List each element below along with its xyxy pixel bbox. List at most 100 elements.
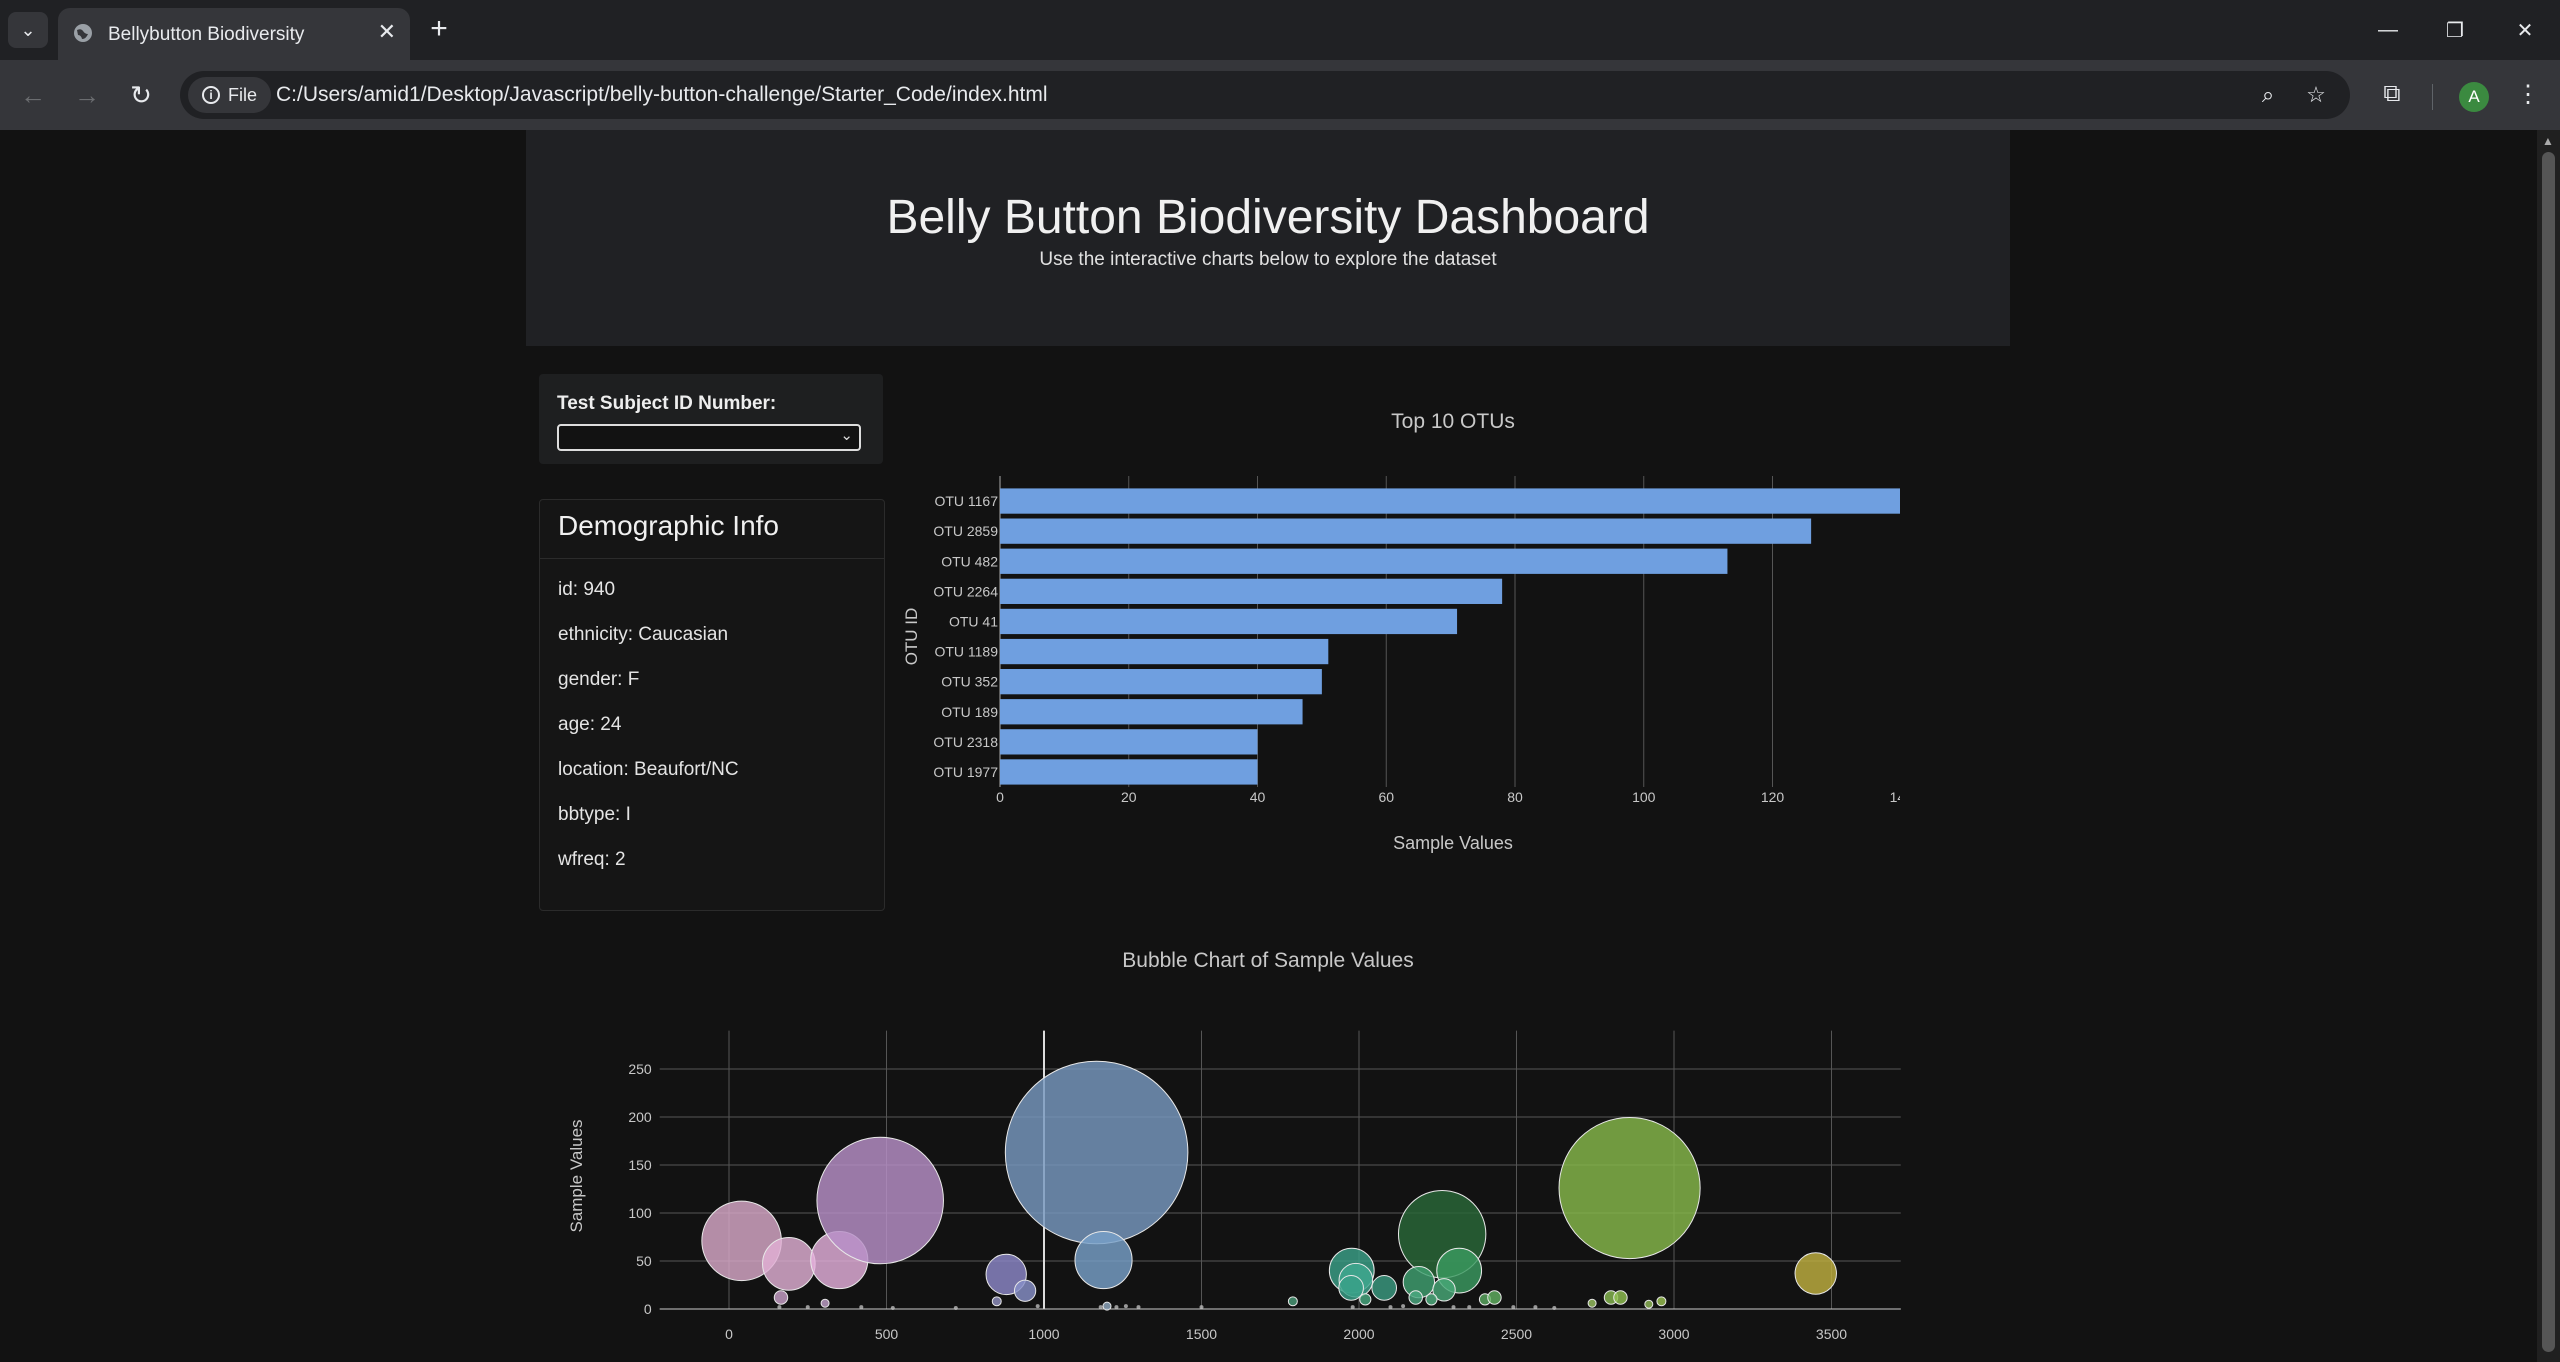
bubble-point	[762, 1237, 816, 1291]
scroll-up-icon[interactable]: ▲	[2542, 134, 2554, 148]
close-tab-icon[interactable]: ✕	[378, 19, 396, 45]
bubble-point	[1487, 1290, 1502, 1305]
bar-otu-2264	[1000, 578, 1503, 604]
tab-search-chevron-icon[interactable]: ⌄	[8, 12, 48, 48]
close-window-icon[interactable]: ✕	[2503, 10, 2547, 50]
bar-x-tick-label: 20	[1121, 789, 1137, 805]
bar-y-tick-label: OTU 2264	[933, 583, 998, 599]
demographic-ethnicity: ethnicity: Caucasian	[558, 624, 729, 645]
bubble-chart-ylabel: Sample Values	[567, 1119, 586, 1232]
new-tab-icon[interactable]: +	[420, 10, 458, 48]
menu-kebab-icon[interactable]: ⋮	[2510, 76, 2546, 112]
bar-otu-2318	[1000, 729, 1258, 755]
demographic-header: Demographic Info	[540, 500, 884, 559]
bubble-point-small	[1552, 1306, 1557, 1311]
bubble-y-tick-label: 0	[644, 1301, 652, 1317]
bar-y-tick-label: OTU 1189	[934, 644, 998, 660]
bar-x-tick-label: 60	[1378, 789, 1394, 805]
url-text[interactable]: C:/Users/amid1/Desktop/Javascript/belly-…	[276, 83, 1048, 107]
bubble-point-small	[1199, 1305, 1204, 1310]
bubble-point-small	[1533, 1305, 1538, 1310]
bubble-point-small	[1123, 1304, 1128, 1309]
bubble-point	[1794, 1252, 1837, 1295]
bubble-point-small	[1388, 1305, 1393, 1310]
bubble-point	[773, 1290, 789, 1305]
demographic-age: age: 24	[558, 714, 622, 735]
bubble-y-tick-label: 50	[636, 1253, 652, 1269]
bar-otu-41	[1000, 608, 1458, 635]
bubble-point	[1074, 1230, 1133, 1290]
bar-y-tick-label: OTU 189	[941, 704, 998, 720]
tab-strip: ⌄ Bellybutton Biodiversity ✕ + — ❐ ✕	[0, 0, 2560, 60]
page-subtitle: Use the interactive charts below to expl…	[1039, 249, 1497, 270]
bubble-point	[1102, 1301, 1112, 1311]
bar-x-tick-label: 40	[1250, 789, 1266, 805]
bubble-point	[1558, 1116, 1701, 1260]
bar-chart-xlabel: Sample Values	[1393, 833, 1513, 853]
site-info-chip[interactable]: i File	[188, 77, 272, 113]
page-scrollbar[interactable]: ▲	[2537, 130, 2560, 1362]
bubble-point-small	[1401, 1304, 1406, 1309]
bubble-point-small	[777, 1305, 782, 1310]
bar-y-tick-label: OTU 2318	[933, 734, 998, 750]
bubble-x-tick-label: 3000	[1658, 1326, 1689, 1342]
extensions-icon[interactable]: ⧉	[2374, 76, 2410, 112]
bar-chart-ylabel: OTU ID	[902, 608, 921, 666]
bubble-point	[1371, 1275, 1398, 1301]
bubble-y-tick-label: 150	[628, 1157, 652, 1173]
bubble-chart-title: Bubble Chart of Sample Values	[1122, 949, 1413, 972]
bar-x-tick-label: 120	[1761, 789, 1785, 805]
bubble-point-small	[953, 1306, 958, 1311]
bubble-x-tick-label: 1500	[1186, 1326, 1217, 1342]
subject-select-label: Test Subject ID Number:	[557, 393, 777, 414]
demographic-location: location: Beaufort/NC	[558, 759, 739, 780]
bar-otu-1189	[1000, 638, 1329, 665]
bar-otu-189	[1000, 699, 1303, 725]
bubble-x-tick-label: 1000	[1028, 1326, 1059, 1342]
demographic-id: id: 940	[558, 579, 616, 600]
demographic-gender: gender: F	[558, 669, 640, 690]
bubble-point	[816, 1136, 944, 1265]
chevron-down-icon: ⌄	[840, 427, 853, 444]
bubble-point	[1644, 1299, 1654, 1309]
tab-title: Bellybutton Biodiversity	[108, 24, 305, 45]
bubble-point	[1613, 1290, 1628, 1305]
bar-otu-2859	[1000, 518, 1812, 544]
bar-y-tick-label: OTU 41	[949, 613, 998, 629]
bubble-point	[1408, 1290, 1423, 1305]
subject-selector-card: Test Subject ID Number: ⌄	[539, 374, 883, 464]
bubble-x-tick-label: 2500	[1501, 1326, 1532, 1342]
bar-x-tick-label: 140	[1890, 789, 1900, 805]
bar-x-tick-label: 0	[996, 789, 1004, 805]
bubble-point-small	[1136, 1305, 1141, 1310]
address-bar[interactable]: i File C:/Users/amid1/Desktop/Javascript…	[180, 71, 2350, 119]
tab-bellybutton[interactable]: Bellybutton Biodiversity ✕	[58, 8, 410, 60]
bubble-point-small	[1114, 1305, 1119, 1310]
restore-icon[interactable]: ❐	[2433, 10, 2477, 50]
back-arrow-icon[interactable]: ←	[12, 74, 54, 116]
bubble-x-tick-label: 2000	[1343, 1326, 1374, 1342]
profile-avatar[interactable]: A	[2459, 82, 2489, 112]
sample-bubble-chart: Bubble Chart of Sample Values 0 50 100 150 2…	[567, 949, 1901, 1342]
bubble-point	[991, 1296, 1002, 1307]
bar-y-tick-label: OTU 352	[941, 674, 998, 690]
forward-arrow-icon[interactable]: →	[66, 74, 108, 116]
zoom-icon[interactable]: ⌕	[2252, 79, 2284, 111]
bubble-point-small	[1098, 1305, 1103, 1310]
scroll-thumb[interactable]	[2542, 152, 2555, 1352]
info-icon: i	[202, 86, 220, 104]
subject-id-select[interactable]: ⌄	[557, 424, 861, 451]
bar-otu-1167	[1000, 488, 1900, 514]
bubble-point	[1004, 1060, 1189, 1245]
bubble-x-tick-label: 500	[875, 1326, 899, 1342]
demographic-bbtype: bbtype: I	[558, 804, 631, 825]
reload-icon[interactable]: ↻	[120, 74, 162, 116]
bookmark-star-icon[interactable]: ☆	[2300, 79, 2332, 111]
top-otus-bar-chart: Top 10 OTUs Sample Values 0 20 40 60 80 100 12…	[902, 410, 1900, 853]
minimize-icon[interactable]: —	[2366, 10, 2410, 50]
bar-y-tick-label: OTU 482	[941, 553, 998, 569]
file-label: File	[228, 84, 258, 105]
bubble-point	[820, 1298, 830, 1308]
bubble-point-small	[1451, 1305, 1456, 1310]
bar-otu-482	[1000, 548, 1728, 574]
